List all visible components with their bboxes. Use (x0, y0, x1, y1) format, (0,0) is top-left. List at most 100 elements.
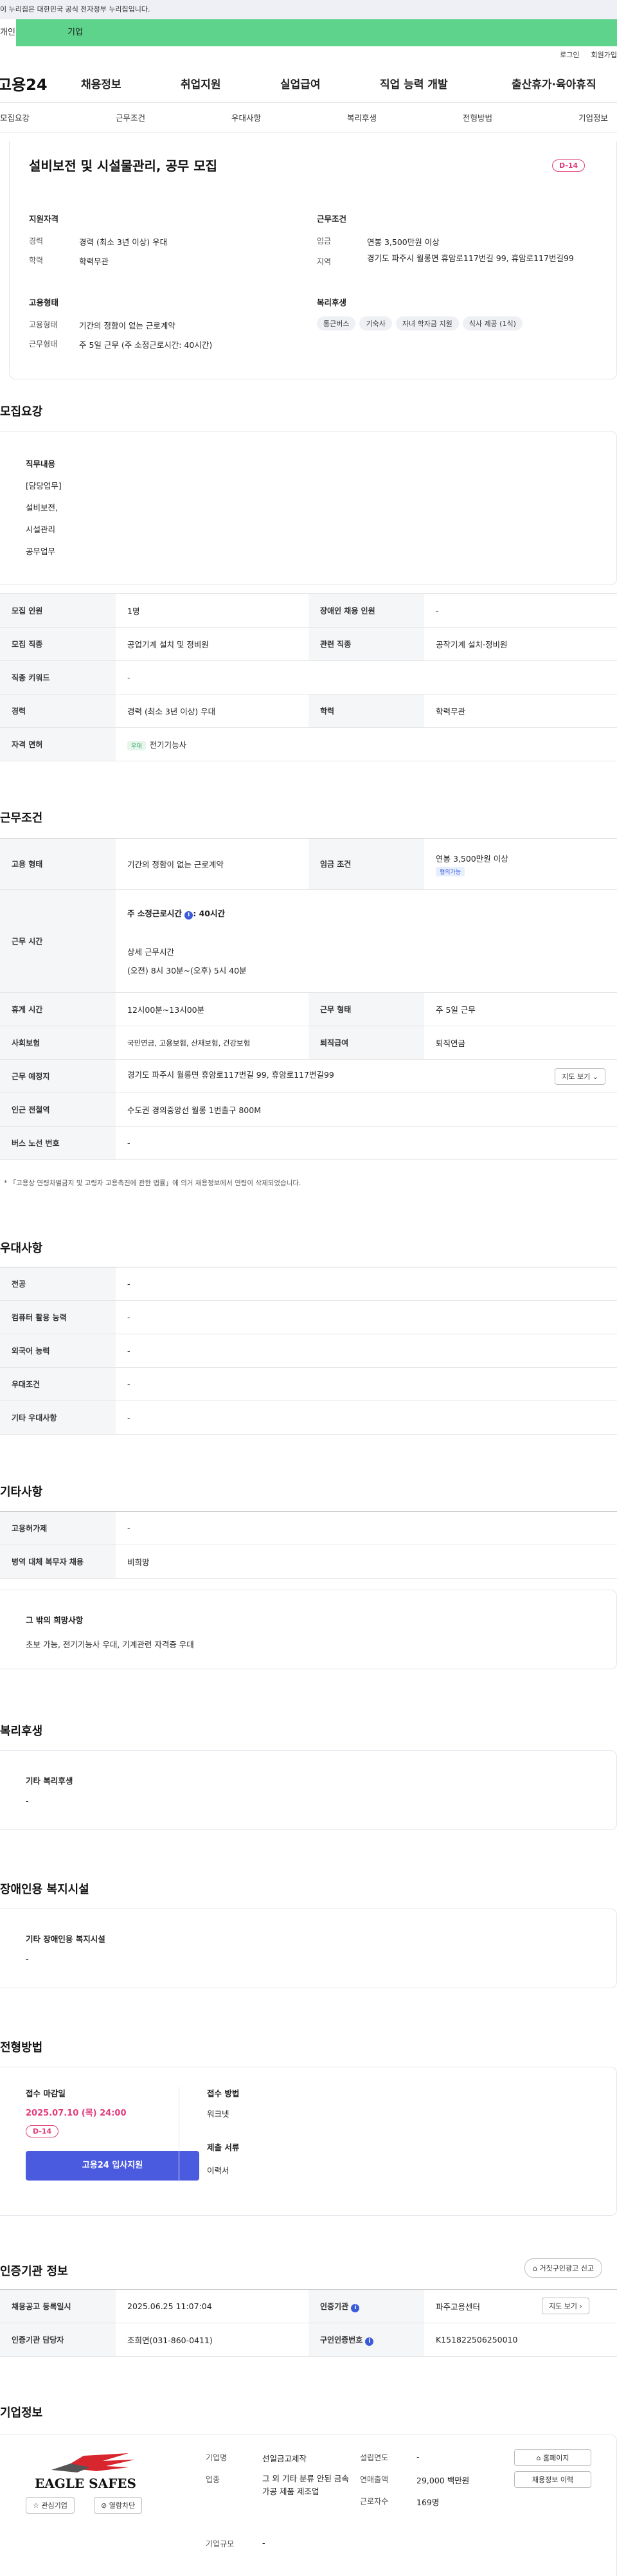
cell-value: 주 소정근로시간 i: 40시간 상세 근무시간 (오전) 8시 30분~(오후… (116, 889, 617, 993)
size-value: - (262, 2538, 265, 2548)
cell-key: 사회보험 (0, 1026, 116, 1060)
chevron-right-icon: › (579, 2302, 582, 2310)
table-row: 인근 전철역 수도권 경의중앙선 월롱 1번출구 800M (0, 1093, 617, 1127)
gnb-item-leave[interactable]: 출산휴가·육아휴직 (512, 75, 596, 91)
cell-value: - (116, 1126, 617, 1160)
cell-value: - (116, 1401, 617, 1435)
snb-recruit[interactable]: 모집요강 (0, 111, 116, 123)
company-name-label: 기업명 (206, 2453, 228, 2462)
fav-company-button[interactable]: ☆ 관심기업 (26, 2497, 75, 2514)
exp-label: 경력 (29, 237, 44, 246)
site-logo[interactable]: 고용24 (0, 72, 81, 95)
job-title: 설비보전 및 시설물관리, 공무 모집 (29, 158, 218, 174)
cell-key: 임금 조건 (308, 838, 424, 890)
cell-value: - (116, 660, 617, 694)
duty-line: 시설관리 (26, 525, 56, 534)
cell-value: 경기도 파주시 월롱면 휴암로117번길 99, 휴암로117번길99 지도 보기… (116, 1059, 617, 1093)
company-name-value: 선일금고제작 (262, 2454, 307, 2463)
employees-label: 근로자수 (360, 2497, 389, 2506)
edu-value: 학력무관 (79, 257, 109, 266)
snb-preferences[interactable]: 우대사항 (231, 111, 347, 123)
block-icon: ⊘ (101, 2501, 107, 2510)
global-nav: 고용24 채용정보 취업지원 실업급여 직업 능력 개발 출산휴가·육아휴직 (0, 64, 617, 103)
block-button[interactable]: ⊘ 열람차단 (94, 2497, 143, 2514)
cell-key: 우대조건 (0, 1367, 116, 1401)
tab-company[interactable]: 기업 (16, 19, 617, 46)
cell-value: - (116, 1511, 617, 1545)
edu-label: 학력 (29, 256, 44, 265)
employees-value: 169명 (416, 2498, 440, 2507)
cell-value: 주 5일 근무 (424, 992, 617, 1026)
snb-company[interactable]: 기업정보 (578, 111, 608, 123)
job-history-button[interactable]: 채용정보 이력 (514, 2471, 591, 2488)
duty-heading: 직무내용 (26, 459, 56, 469)
login-link[interactable]: 로그인 (560, 51, 579, 59)
snb-welfare[interactable]: 복리후생 (347, 111, 463, 123)
gnb-item-jobs[interactable]: 채용정보 (81, 75, 181, 91)
age-note: * 「고용상 연령차별금지 및 고령자 고용촉진에 관한 법률」에 의거 채용정… (4, 1179, 301, 1187)
top-tabs: 개인 기업 (0, 19, 617, 46)
table-row: 우대조건 - (0, 1367, 617, 1401)
table-row: 기타 우대사항 - (0, 1401, 617, 1435)
sales-value: 29,000 백만원 (416, 2476, 470, 2485)
apply-button[interactable]: 고용24 입사지원 (26, 2151, 199, 2181)
cell-value: 비희망 (116, 1545, 617, 1579)
map-button-label: 지도 보기 (562, 1072, 591, 1081)
duty-line: 공무업무 (26, 547, 56, 556)
table-row: 직종 키워드 - (0, 660, 617, 694)
map-button[interactable]: 지도 보기 ⌄ (555, 1067, 605, 1085)
cell-key: 학력 (308, 694, 424, 728)
pref-tag: 우대 (127, 741, 146, 750)
disab-title: 장애인용 복지시설 (0, 1883, 89, 1896)
welfare-chip: 통근버스 (317, 316, 356, 331)
welfare-box-heading: 기타 복리후생 (26, 1776, 73, 1786)
gnb-item-unemployment[interactable]: 실업급여 (280, 75, 380, 91)
homepage-label: 홈페이지 (543, 2454, 569, 2462)
info-icon[interactable]: i (365, 2337, 374, 2346)
table-row: 고용 형태 기간의 정함이 없는 근로계약 임금 조건 연봉 3,500만원 이상… (0, 838, 617, 890)
wel-heading: 복리후생 (317, 298, 347, 307)
table-row: 버스 노선 번호 - (0, 1126, 617, 1160)
emp-heading: 고용형태 (29, 298, 59, 307)
chevron-down-icon: ⌄ (592, 1072, 598, 1081)
star-icon: ☆ (33, 2501, 39, 2510)
cell-value: 수도권 경의중앙선 월롱 1번출구 800M (116, 1093, 617, 1127)
block-label: 열람차단 (109, 2501, 136, 2510)
homepage-button[interactable]: ⌂ 홈페이지 (514, 2449, 591, 2466)
cell-key: 휴게 시간 (0, 992, 116, 1026)
cell-value: 연봉 3,500만원 이상 협의가능 (424, 838, 617, 890)
qual-heading: 지원자격 (29, 214, 59, 224)
table-row: 컴퓨터 활용 능력 - (0, 1300, 617, 1334)
detail-hours-heading: 상세 근무시간 (127, 947, 174, 957)
cell-key: 관련 직종 (308, 627, 424, 661)
cell-key: 버스 노선 번호 (0, 1126, 116, 1160)
cell-key: 직종 키워드 (0, 660, 116, 694)
industry-label: 업종 (206, 2475, 220, 2484)
no-key-label: 구인인증번호 (320, 2335, 363, 2345)
table-row: 모집 직종 공업기계 설치 및 정비원 관련 직종 공작기계 설치·정비원 (0, 627, 617, 661)
snb-process[interactable]: 전형방법 (463, 111, 578, 123)
info-icon[interactable]: i (351, 2303, 360, 2312)
agency-map-button[interactable]: 지도 보기 › (542, 2298, 589, 2314)
gnb-item-support[interactable]: 취업지원 (181, 75, 280, 91)
form-label: 근무형태 (29, 340, 58, 349)
join-link[interactable]: 회원가입 (591, 51, 617, 59)
cell-key: 전공 (0, 1267, 116, 1301)
deadline-dday-badge: D-14 (26, 2125, 59, 2137)
section-nav: 모집요강 근무조건 우대사항 복리후생 전형방법 기업정보 (0, 103, 617, 132)
cell-value: - (116, 1367, 617, 1401)
info-icon[interactable]: i (184, 911, 193, 920)
snb-conditions[interactable]: 근무조건 (116, 111, 231, 123)
table-row: 모집 인원 1명 장애인 채용 인원 - (0, 594, 617, 628)
table-row: 고용허가제 - (0, 1511, 617, 1545)
cell-value: 2025.06.25 11:07:04 (116, 2289, 308, 2323)
cell-key: 병역 대체 복무자 채용 (0, 1545, 116, 1579)
process-title: 전형방법 (0, 2041, 43, 2054)
table-row: 전공 - (0, 1267, 617, 1301)
disab-box-value: - (26, 1954, 29, 1964)
tab-personal[interactable]: 개인 (0, 19, 16, 46)
report-button[interactable]: ⌂ 거짓구인광고 신고 (524, 2258, 602, 2278)
est-value: - (416, 2452, 420, 2462)
gnb-item-training[interactable]: 직업 능력 개발 (380, 75, 512, 91)
pay-text: 연봉 3,500만원 이상 (436, 853, 508, 864)
